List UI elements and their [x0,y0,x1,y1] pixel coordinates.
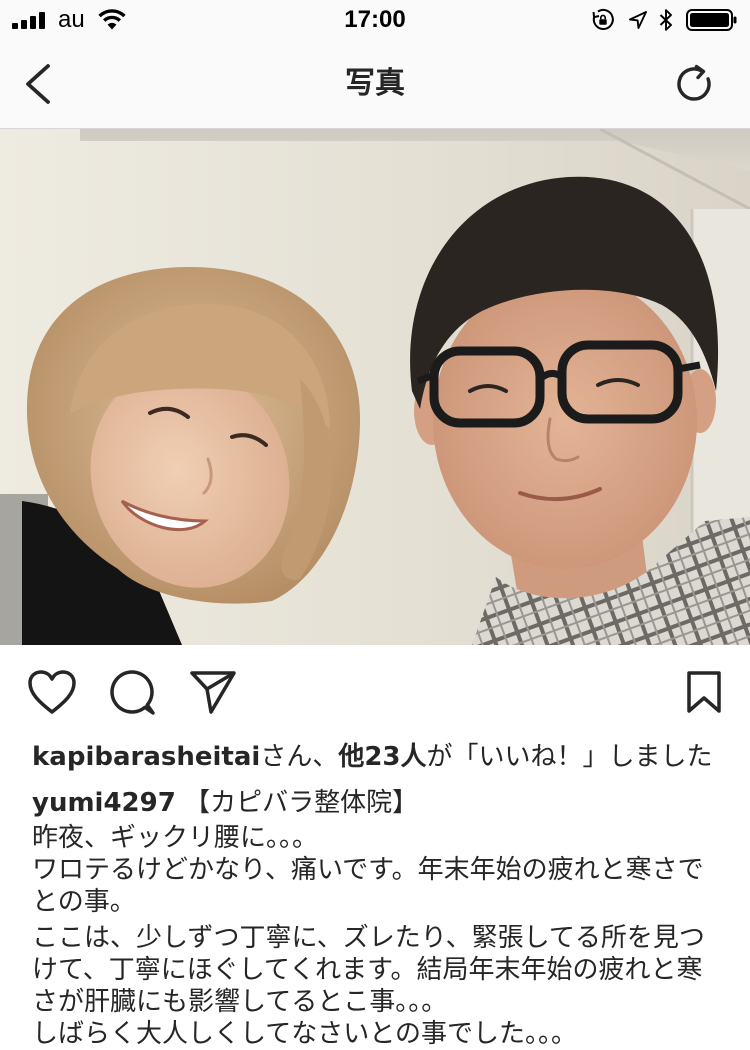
bluetooth-icon [659,9,672,31]
caption-text: 昨夜、ギックリ腰に。。。 ワロテるけどかなり、痛いです。年末年始の疲れと寒さで … [32,822,750,1050]
liked-by-username[interactable]: kapibarasheitai [32,742,260,772]
caption-header: yumi4297 【カピバラ整体院】 [32,787,750,819]
refresh-icon [677,64,711,101]
caption-line: さが肝臓にも影響してるとこ事。。。 [32,987,448,1017]
caption-heading: 【カピバラ整体院】 [184,788,419,818]
likes-summary: kapibarasheitaiさん、他23人が「いいね！」しました [32,741,750,773]
send-icon [190,671,236,714]
post-photo[interactable] [0,129,750,645]
comment-button[interactable] [109,669,155,715]
location-icon [629,11,647,29]
liked-by-suffix: さん、 [260,742,339,772]
battery-fill [690,13,729,27]
battery-icon [686,9,737,31]
caption-username[interactable]: yumi4297 [32,788,176,818]
caption-line: けて、丁寧にほぐしてくれます。結局年末年始の疲れと寒 [32,955,703,985]
caption-line: ここは、少しずつ丁寧に、ズレたり、緊張してる所を見つ [32,923,705,953]
nav-bar: 写真 [0,40,750,129]
rotation-lock-icon [592,8,614,30]
likes-others-count[interactable]: 他23人 [338,742,426,772]
post-actions [0,645,750,741]
caption-line: 昨夜、ギックリ腰に。。。 [32,823,319,853]
likes-suffix: が「いいね！」しました [426,742,713,772]
like-button[interactable] [27,669,77,715]
bookmark-outline-icon [687,671,721,713]
save-button[interactable] [686,670,722,714]
caption-line: との事。 [32,887,136,917]
caption-line: しばらく大人しくしてなさいとの事でした。。。 [32,1019,577,1049]
status-bar: au 17:00 [0,0,750,40]
page-title: 写真 [345,66,405,101]
refresh-button[interactable] [672,62,716,106]
heart-outline-icon [28,670,76,714]
share-button[interactable] [189,669,237,715]
comment-icon [110,670,155,715]
caption-line: ワロテるけどかなり、痛いです。年末年始の疲れと寒さで [32,855,704,885]
